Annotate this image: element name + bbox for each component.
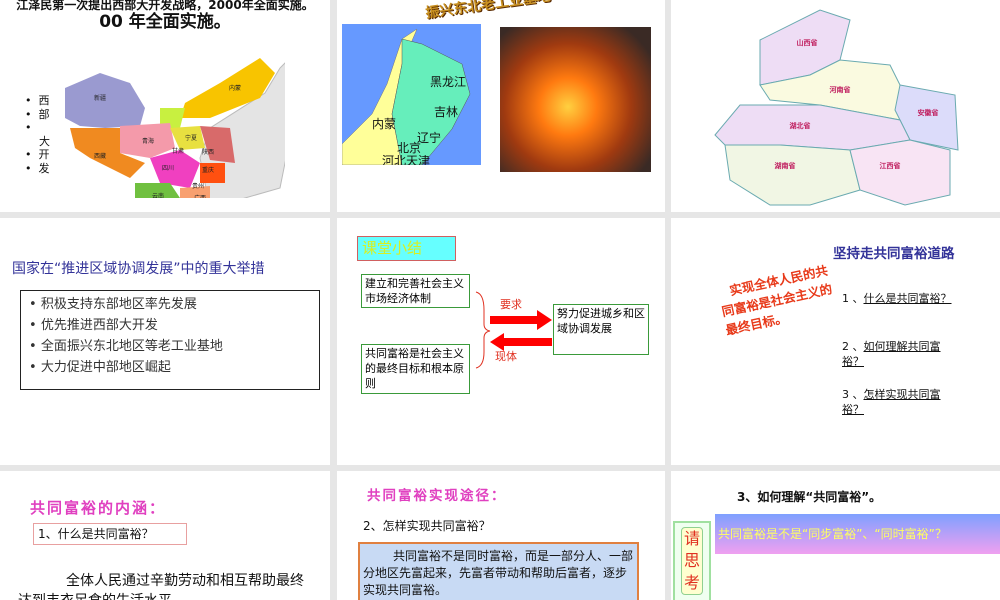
- measures-box: • 积极支持东部地区率先发展 • 优先推进西部大开发 • 全面振兴东北地区等老工…: [20, 290, 320, 390]
- question-3[interactable]: 3 、怎样实现共同富裕？: [842, 387, 962, 417]
- svg-text:山西省: 山西省: [797, 38, 818, 47]
- svg-text:陕西: 陕西: [202, 148, 214, 156]
- svg-text:西藏: 西藏: [94, 152, 106, 160]
- svg-text:贵州: 贵州: [192, 182, 204, 190]
- svg-text:青海: 青海: [142, 137, 154, 145]
- slide-thumbnail-6[interactable]: 坚持走共同富裕道路 实现全体人民的共同富裕是社会主义的最终目标。 1 、什么是共…: [671, 218, 1000, 465]
- diagram-box-coordinated-development: 努力促进城乡和区域协调发展: [553, 304, 649, 355]
- svg-text:云南: 云南: [152, 192, 164, 198]
- china-west-map: 新疆青海 西藏 甘肃 宁夏陕西 四川 重庆 贵州云南 广西 内蒙: [65, 58, 285, 198]
- svg-text:内蒙: 内蒙: [372, 117, 396, 131]
- svg-text:新疆: 新疆: [94, 94, 106, 102]
- arrow-right-icon: [490, 310, 552, 330]
- svg-text:河北天津: 河北天津: [382, 154, 430, 165]
- bullet-item: • 积极支持东部地区率先发展: [29, 297, 197, 312]
- question-box: 1、什么是共同富裕？: [33, 523, 187, 545]
- bullet-item: • 优先推进西部大开发: [29, 318, 158, 333]
- arrow-label-embody: 现体: [495, 350, 517, 363]
- svg-text:江西省: 江西省: [880, 161, 901, 170]
- slide-title: 国家在“推进区域协调发展”中的重大举措: [12, 261, 265, 277]
- slide-title: 坚持走共同富裕道路: [833, 246, 955, 262]
- slide-thumbnail-3[interactable]: 山西省河南省 安徽省湖北省 湖南省 江西省: [671, 0, 1000, 212]
- diagram-box-common-prosperity: 共同富裕是社会主义的最终目标和根本原则: [361, 344, 470, 394]
- slide-thumbnail-5[interactable]: 课堂小结 建立和完善社会主义市场经济体制 共同富裕是社会主义的最终目标和根本原则…: [337, 218, 665, 465]
- svg-text:广西: 广西: [194, 194, 206, 198]
- bullet-item: • 全面振兴东北地区等老工业基地: [29, 339, 223, 354]
- slide-title-line2: 00 年全面实施。: [99, 12, 231, 32]
- slide-title: 共同富裕的内涵：: [30, 499, 167, 517]
- think-banner: 共同富裕是不是“同步富裕”、“同时富裕”？: [715, 514, 1000, 554]
- definition-text: 全体人民通过辛勤劳动和相互帮助最终达到丰衣足食的生活水平: [18, 573, 304, 600]
- think-side-box: 请思考: [673, 521, 711, 600]
- answer-box: 共同富裕不是同时富裕，而是一部分人、一部分地区先富起来，先富者带动和帮助后富者，…: [358, 542, 639, 600]
- brace-icon: [475, 291, 491, 369]
- wordart-title: 振兴东北老工业基地: [424, 0, 552, 22]
- svg-text:湖南省: 湖南省: [775, 161, 796, 170]
- svg-text:安徽省: 安徽省: [918, 108, 939, 117]
- svg-text:吉林: 吉林: [434, 105, 458, 119]
- steel-mill-photo: [500, 27, 651, 172]
- svg-text:北京: 北京: [397, 141, 421, 155]
- svg-text:四川: 四川: [162, 165, 174, 172]
- svg-text:内蒙: 内蒙: [229, 84, 241, 92]
- question-2[interactable]: 2 、如何理解共同富裕？: [842, 339, 962, 369]
- bullet-list: • 西 • 部 • 大 • 开 • 发: [25, 94, 50, 175]
- svg-text:湖北省: 湖北省: [790, 121, 811, 130]
- svg-text:重庆: 重庆: [202, 166, 214, 174]
- central-china-map: 山西省河南省 安徽省湖北省 湖南省 江西省: [714, 9, 959, 206]
- svg-text:甘肃: 甘肃: [172, 147, 184, 155]
- slide-thumbnail-9[interactable]: 3、如何理解“共同富裕”。 共同富裕是不是“同步富裕”、“同时富裕”？ 请思考: [671, 471, 1000, 600]
- slide-heading: 3、如何理解“共同富裕”。: [737, 490, 882, 504]
- question-1[interactable]: 1 、什么是共同富裕？: [842, 291, 962, 306]
- svg-text:河南省: 河南省: [830, 85, 851, 94]
- arrow-label-require: 要求: [500, 298, 522, 311]
- diagram-box-market-economy: 建立和完善社会主义市场经济体制: [361, 274, 470, 308]
- slide-thumbnail-8[interactable]: 共同富裕实现途径： 2、怎样实现共同富裕？ 共同富裕不是同时富裕，而是一部分人、…: [337, 471, 665, 600]
- slide-thumbnail-7[interactable]: 共同富裕的内涵： 1、什么是共同富裕？ 全体人民通过辛勤劳动和相互帮助最终达到丰…: [0, 471, 330, 600]
- bullet-item: • 大力促进中部地区崛起: [29, 360, 171, 375]
- svg-text:宁夏: 宁夏: [185, 134, 197, 142]
- slide-thumbnail-4[interactable]: 国家在“推进区域协调发展”中的重大举措 • 积极支持东部地区率先发展 • 优先推…: [0, 218, 330, 465]
- svg-text:黑龙江: 黑龙江: [430, 75, 466, 89]
- question-text: 2、怎样实现共同富裕？: [363, 519, 491, 533]
- slide-title: 共同富裕实现途径：: [367, 488, 507, 504]
- summary-header: 课堂小结: [357, 236, 456, 261]
- callout-text: 实现全体人民的共同富裕是社会主义的最终目标。: [720, 262, 834, 338]
- slide-thumbnail-1[interactable]: 江泽民第一次提出西部大开发战略，2000年全面实施。 00 年全面实施。 • 西…: [0, 0, 330, 212]
- northeast-map: 黑龙江吉林 辽宁内蒙 北京河北天津: [342, 24, 481, 165]
- think-label: 请思考: [681, 527, 703, 595]
- slide-thumbnail-2[interactable]: 振兴东北老工业基地 黑龙江 吉林 辽宁 内蒙 北京 河北天津: [337, 0, 665, 212]
